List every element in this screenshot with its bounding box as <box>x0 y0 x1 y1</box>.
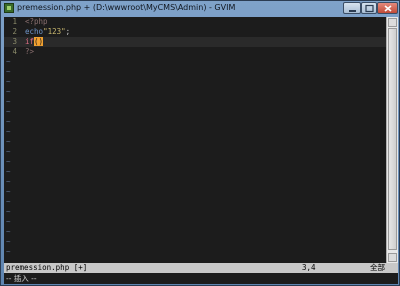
status-line: premession.php [+] 3,4 全部 <box>4 263 398 273</box>
scroll-percent: 全部 <box>370 263 385 272</box>
tilde-marker: ~ <box>6 87 11 96</box>
tilde-marker: ~ <box>6 227 11 236</box>
tilde-marker: ~ <box>6 117 11 126</box>
tilde-marker: ~ <box>6 137 11 146</box>
tilde-marker: ~ <box>6 217 11 226</box>
tilde-marker: ~ <box>6 67 11 76</box>
minimize-button[interactable] <box>343 2 361 14</box>
semicolon: ; <box>65 27 71 36</box>
tilde-marker: ~ <box>6 57 11 66</box>
php-close-tag: ?> <box>25 47 35 56</box>
editor-area[interactable]: 1 <?php 2 echo"123"; 3 if() 4 ?> ~ ~ ~ ~ ~ ~ ~… <box>4 17 386 263</box>
command-line[interactable]: -- 插入 -- <box>4 273 398 284</box>
code-line: 2 echo"123"; <box>4 27 386 37</box>
tilde-marker: ~ <box>6 237 11 246</box>
insert-mode-indicator: -- 插入 -- <box>6 274 37 283</box>
gvim-window: premession.php + (D:\wwwroot\MyCMS\Admin… <box>0 0 400 286</box>
gvim-icon[interactable] <box>4 3 14 13</box>
title-bar[interactable]: premession.php + (D:\wwwroot\MyCMS\Admin… <box>1 1 399 16</box>
code-line: 1 <?php <box>4 17 386 27</box>
scroll-down-button[interactable] <box>388 253 397 267</box>
scroll-up-button[interactable] <box>388 18 397 32</box>
tilde-marker: ~ <box>6 147 11 156</box>
tilde-marker: ~ <box>6 107 11 116</box>
line-number: 3 <box>12 37 17 46</box>
if-keyword: if <box>25 37 35 46</box>
line-number: 2 <box>12 27 17 36</box>
tilde-marker: ~ <box>6 77 11 86</box>
code-line: 4 ?> <box>4 47 386 57</box>
cursor-position: 3,4 <box>302 263 316 272</box>
minimize-icon <box>349 10 356 12</box>
echo-keyword: echo <box>25 27 44 36</box>
tilde-marker: ~ <box>6 177 11 186</box>
matched-parentheses: () <box>34 37 44 46</box>
window-title: premession.php + (D:\wwwroot\MyCMS\Admin… <box>17 3 236 12</box>
php-open-tag: <?php <box>25 17 48 26</box>
tilde-marker: ~ <box>6 157 11 166</box>
tilde-marker: ~ <box>6 187 11 196</box>
tilde-marker: ~ <box>6 207 11 216</box>
status-filename: premession.php [+] <box>6 263 88 272</box>
maximize-button[interactable] <box>361 2 377 14</box>
tilde-marker: ~ <box>6 97 11 106</box>
maximize-icon <box>365 4 374 13</box>
line-number: 4 <box>12 47 17 56</box>
tilde-marker: ~ <box>6 197 11 206</box>
tilde-marker: ~ <box>6 167 11 176</box>
tilde-marker: ~ <box>6 127 11 136</box>
scroll-thumb[interactable] <box>388 28 397 250</box>
string-literal: "123" <box>43 27 66 36</box>
line-number: 1 <box>12 17 17 26</box>
vertical-scrollbar[interactable] <box>386 17 398 267</box>
close-icon <box>384 5 392 12</box>
tilde-marker: ~ <box>6 247 11 256</box>
code-line-current: 3 if() <box>4 37 386 47</box>
close-button[interactable] <box>377 2 398 14</box>
